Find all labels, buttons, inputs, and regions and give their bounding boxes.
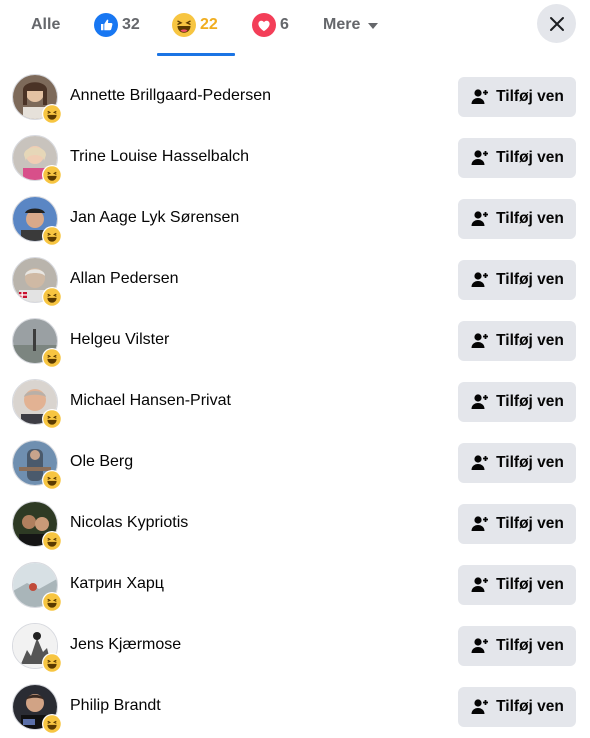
person-name[interactable]: Nicolas Kypriotis: [70, 514, 188, 532]
avatar[interactable]: [12, 318, 62, 368]
add-friend-icon: [471, 150, 489, 165]
reactions-tab-bar: Alle 32 22 6 Mere: [0, 0, 590, 59]
add-friend-icon: [471, 516, 489, 531]
person-name[interactable]: Helgeu Vilster: [70, 331, 169, 349]
love-reaction-icon: [252, 13, 276, 37]
tab-more-label: Mere: [323, 16, 361, 33]
haha-badge-icon: [42, 226, 62, 246]
list-item: Annette Brillgaard-Pedersen Tilføj ven: [0, 67, 590, 128]
add-friend-label: Tilføj ven: [496, 149, 564, 166]
haha-badge-icon: [42, 653, 62, 673]
haha-badge-icon: [42, 409, 62, 429]
list-item: Ole Berg Tilføj ven: [0, 433, 590, 494]
add-friend-icon: [471, 699, 489, 714]
add-friend-label: Tilføj ven: [496, 393, 564, 410]
haha-badge-icon: [42, 165, 62, 185]
haha-badge-icon: [42, 104, 62, 124]
haha-badge-icon: [42, 714, 62, 734]
avatar[interactable]: [12, 623, 62, 673]
person-name[interactable]: Катрин Харц: [70, 575, 164, 593]
haha-badge-icon: [42, 348, 62, 368]
add-friend-label: Tilføj ven: [496, 210, 564, 227]
list-item: Trine Louise Hasselbalch Tilføj ven: [0, 128, 590, 189]
like-count: 32: [122, 16, 140, 33]
add-friend-button[interactable]: Tilføj ven: [458, 626, 576, 666]
tab-haha[interactable]: 22: [172, 0, 218, 50]
add-friend-label: Tilføj ven: [496, 332, 564, 349]
add-friend-label: Tilføj ven: [496, 271, 564, 288]
add-friend-label: Tilføj ven: [496, 88, 564, 105]
add-friend-button[interactable]: Tilføj ven: [458, 260, 576, 300]
haha-badge-icon: [42, 531, 62, 551]
list-item: Катрин Харц Tilføj ven: [0, 555, 590, 616]
avatar[interactable]: [12, 501, 62, 551]
list-item: Jens Kjærmose Tilføj ven: [0, 616, 590, 677]
add-friend-icon: [471, 638, 489, 653]
add-friend-icon: [471, 577, 489, 592]
add-friend-button[interactable]: Tilføj ven: [458, 77, 576, 117]
avatar[interactable]: [12, 562, 62, 612]
add-friend-label: Tilføj ven: [496, 637, 564, 654]
add-friend-icon: [471, 455, 489, 470]
add-friend-icon: [471, 333, 489, 348]
list-item: Nicolas Kypriotis Tilføj ven: [0, 494, 590, 555]
person-name[interactable]: Trine Louise Hasselbalch: [70, 148, 249, 166]
tab-all[interactable]: Alle: [31, 0, 60, 50]
add-friend-icon: [471, 89, 489, 104]
add-friend-button[interactable]: Tilføj ven: [458, 138, 576, 178]
list-item: Allan Pedersen Tilføj ven: [0, 250, 590, 311]
list-item: Michael Hansen-Privat Tilføj ven: [0, 372, 590, 433]
haha-reaction-icon: [172, 13, 196, 37]
add-friend-button[interactable]: Tilføj ven: [458, 687, 576, 727]
add-friend-label: Tilføj ven: [496, 454, 564, 471]
tab-like[interactable]: 32: [94, 0, 140, 50]
add-friend-button[interactable]: Tilføj ven: [458, 321, 576, 361]
add-friend-button[interactable]: Tilføj ven: [458, 443, 576, 483]
add-friend-button[interactable]: Tilføj ven: [458, 565, 576, 605]
person-name[interactable]: Ole Berg: [70, 453, 133, 471]
caret-down-icon: [368, 22, 379, 29]
list-item: Philip Brandt Tilføj ven: [0, 677, 590, 738]
like-reaction-icon: [94, 13, 118, 37]
add-friend-label: Tilføj ven: [496, 576, 564, 593]
haha-badge-icon: [42, 287, 62, 307]
avatar[interactable]: [12, 196, 62, 246]
add-friend-button[interactable]: Tilføj ven: [458, 199, 576, 239]
person-name[interactable]: Michael Hansen-Privat: [70, 392, 231, 410]
active-tab-indicator: [157, 53, 235, 56]
add-friend-label: Tilføj ven: [496, 698, 564, 715]
avatar[interactable]: [12, 257, 62, 307]
person-name[interactable]: Annette Brillgaard-Pedersen: [70, 87, 271, 105]
add-friend-label: Tilføj ven: [496, 515, 564, 532]
tab-love[interactable]: 6: [252, 0, 289, 50]
add-friend-icon: [471, 272, 489, 287]
add-friend-icon: [471, 211, 489, 226]
person-name[interactable]: Philip Brandt: [70, 697, 161, 715]
love-count: 6: [280, 16, 289, 33]
list-item: Jan Aage Lyk Sørensen Tilføj ven: [0, 189, 590, 250]
person-name[interactable]: Jens Kjærmose: [70, 636, 181, 654]
person-name[interactable]: Jan Aage Lyk Sørensen: [70, 209, 239, 227]
avatar[interactable]: [12, 440, 62, 490]
haha-badge-icon: [42, 592, 62, 612]
add-friend-button[interactable]: Tilføj ven: [458, 504, 576, 544]
close-icon: [549, 16, 564, 31]
avatar[interactable]: [12, 684, 62, 734]
add-friend-button[interactable]: Tilføj ven: [458, 382, 576, 422]
close-button[interactable]: [537, 4, 576, 43]
tab-all-label: Alle: [31, 16, 61, 33]
avatar[interactable]: [12, 135, 62, 185]
reactor-list: Annette Brillgaard-Pedersen Tilføj ven T…: [0, 67, 590, 738]
add-friend-icon: [471, 394, 489, 409]
haha-badge-icon: [42, 470, 62, 490]
tab-more-dropdown[interactable]: Mere: [323, 0, 379, 50]
haha-count: 22: [200, 16, 218, 33]
avatar[interactable]: [12, 379, 62, 429]
avatar[interactable]: [12, 74, 62, 124]
list-item: Helgeu Vilster Tilføj ven: [0, 311, 590, 372]
person-name[interactable]: Allan Pedersen: [70, 270, 179, 288]
